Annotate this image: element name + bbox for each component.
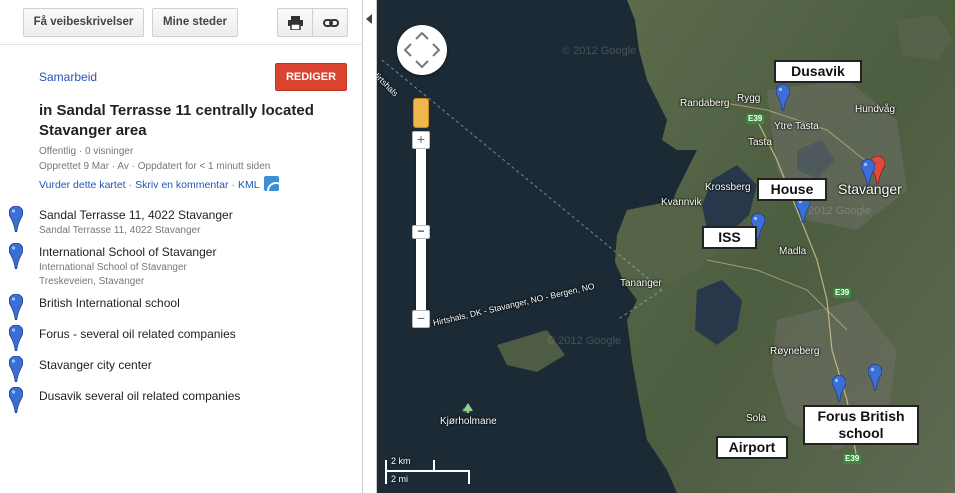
map-visibility: Offentlig · 0 visninger bbox=[39, 146, 134, 157]
zoom-in-button[interactable]: + bbox=[412, 131, 430, 149]
map-label-rygg: Rygg bbox=[737, 93, 761, 104]
callout-iss: ISS bbox=[702, 226, 757, 249]
road-shield-e39: E39 bbox=[746, 114, 765, 124]
side-panel: Få veibeskrivelser Mine steder Samarbeid… bbox=[0, 0, 363, 493]
zoom-out-button[interactable]: − bbox=[412, 310, 430, 328]
zoom-slider-handle[interactable]: − bbox=[412, 225, 430, 239]
place-address: Treskeveien, Stavanger bbox=[39, 276, 145, 287]
map-label-randaberg: Randaberg bbox=[680, 98, 730, 109]
map-label-royneberg: Røyneberg bbox=[770, 346, 820, 357]
road-shield-e39: E39 bbox=[833, 288, 852, 298]
scale-bar-tick bbox=[433, 460, 435, 470]
callout-forus: Forus British school bbox=[803, 405, 919, 445]
map-label-sola: Sola bbox=[746, 413, 767, 424]
map-pin-icon bbox=[9, 387, 23, 413]
collaborate-link[interactable]: Samarbeid bbox=[39, 70, 97, 84]
map-pin-icon bbox=[9, 356, 23, 382]
map-canvas[interactable]: © 2012 Google © 2012 Google © 2012 Googl… bbox=[377, 0, 955, 493]
map-pin-icon bbox=[9, 325, 23, 351]
place-address: Sandal Terrasse 11, 4022 Stavanger bbox=[39, 225, 201, 236]
map-label-kjorholmane: Kjørholmane bbox=[440, 416, 497, 427]
map-label-kvannvik: Kvannvik bbox=[661, 197, 702, 208]
place-name[interactable]: International School of Stavanger bbox=[39, 245, 216, 259]
copyright-watermark: © 2012 Google bbox=[547, 335, 622, 347]
scale-km-label: 2 km bbox=[391, 456, 411, 466]
scale-bar-tick bbox=[468, 470, 470, 484]
map-pin-icon[interactable] bbox=[861, 159, 875, 186]
map-label-ytre-tasta: Ytre Tasta bbox=[774, 121, 819, 132]
map-pin-icon[interactable] bbox=[832, 375, 846, 402]
pan-arrows-icon bbox=[403, 31, 441, 69]
map-pin-icon bbox=[9, 294, 23, 320]
print-button[interactable] bbox=[277, 8, 313, 37]
link-icon bbox=[323, 19, 339, 27]
place-name[interactable]: British International school bbox=[39, 296, 180, 310]
map-pin-icon bbox=[9, 243, 23, 269]
earth-icon[interactable] bbox=[263, 176, 279, 191]
scale-mi-label: 2 mi bbox=[391, 474, 409, 484]
map-label-tananger: Tananger bbox=[620, 278, 662, 289]
park-icon bbox=[463, 403, 473, 413]
callout-airport: Airport bbox=[716, 436, 788, 459]
map-scale: 2 km 2 mi bbox=[385, 456, 470, 486]
callout-house: House bbox=[757, 178, 827, 201]
scale-bar bbox=[385, 470, 470, 472]
map-pin-icon[interactable] bbox=[776, 84, 790, 111]
road-shield-e39: E39 bbox=[843, 454, 862, 464]
separator: · bbox=[128, 179, 133, 191]
place-name[interactable]: Dusavik several oil related companies bbox=[39, 389, 240, 403]
map-pin-icon bbox=[9, 206, 23, 232]
my-places-button[interactable]: Mine steder bbox=[152, 8, 238, 37]
rate-map-link[interactable]: Vurder dette kartet bbox=[39, 179, 126, 191]
edit-button[interactable]: REDIGER bbox=[275, 63, 347, 91]
get-directions-button[interactable]: Få veibeskrivelser bbox=[23, 8, 144, 37]
chevron-left-icon bbox=[366, 14, 372, 24]
callout-dusavik: Dusavik bbox=[774, 60, 862, 83]
map-label-tasta: Tasta bbox=[748, 137, 772, 148]
print-icon bbox=[288, 16, 303, 30]
kml-link[interactable]: KML bbox=[238, 179, 260, 191]
collapse-panel-button[interactable] bbox=[363, 0, 377, 493]
copyright-watermark: © 2012 Google bbox=[562, 45, 637, 57]
place-name[interactable]: Stavanger city center bbox=[39, 358, 152, 372]
map-pin-icon[interactable] bbox=[868, 364, 882, 391]
map-label-madla: Madla bbox=[779, 246, 807, 257]
write-comment-link[interactable]: Skriv en kommentar bbox=[135, 179, 228, 191]
place-address: International School of Stavanger bbox=[39, 262, 187, 273]
map-dates: Opprettet 9 Mar · Av · Oppdatert for < 1… bbox=[39, 161, 271, 172]
map-label-krossberg: Krossberg bbox=[705, 182, 751, 193]
map-actions: Vurder dette kartet · Skriv en kommentar · K… bbox=[39, 176, 279, 191]
pan-control[interactable] bbox=[397, 25, 447, 75]
panel-toolbar: Få veibeskrivelser Mine steder bbox=[0, 0, 363, 45]
scale-bar-tick bbox=[385, 460, 387, 484]
separator: · bbox=[231, 179, 235, 191]
place-name[interactable]: Forus - several oil related companies bbox=[39, 327, 236, 341]
place-name[interactable]: Sandal Terrasse 11, 4022 Stavanger bbox=[39, 208, 233, 222]
link-button[interactable] bbox=[312, 8, 348, 37]
street-view-pegman-icon[interactable] bbox=[413, 98, 429, 128]
map-title: in Sandal Terrasse 11 centrally located … bbox=[39, 102, 314, 139]
map-label-hundvag: Hundvåg bbox=[855, 104, 896, 115]
